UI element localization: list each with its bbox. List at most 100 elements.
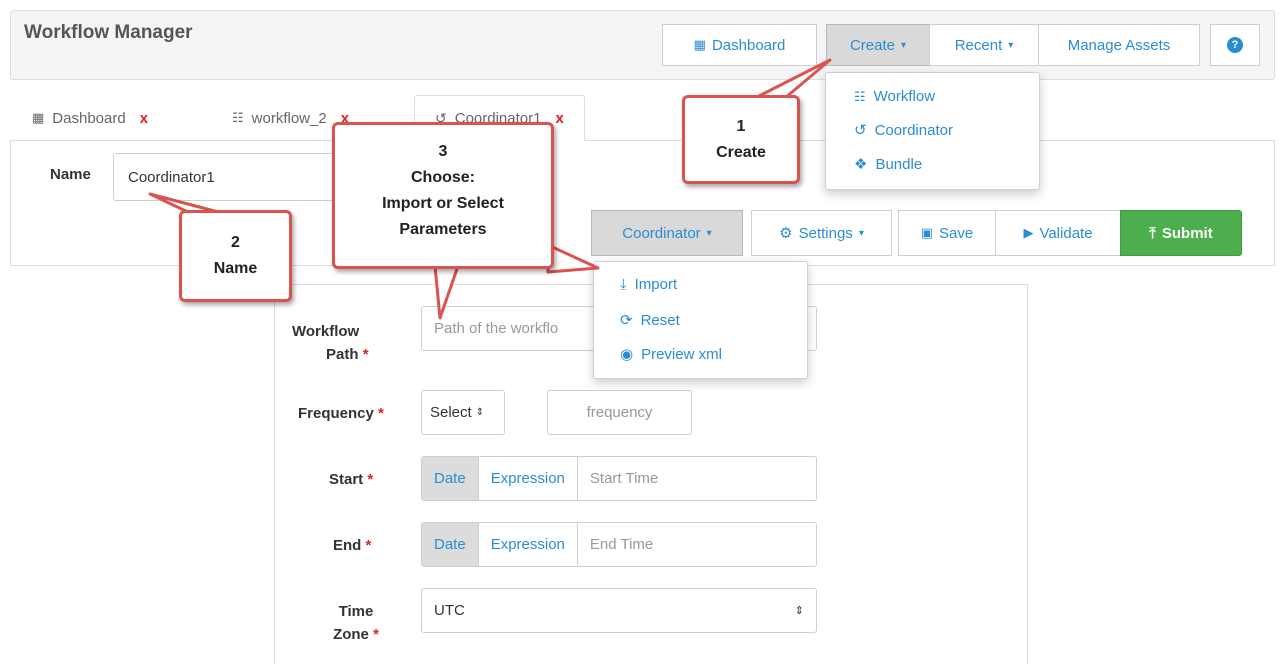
end-time-input[interactable]: End Time — [578, 523, 816, 566]
save-button-label: Save — [939, 224, 974, 242]
label-text: End — [333, 537, 362, 554]
frequency-label: Frequency * — [298, 402, 384, 425]
end-expression-toggle[interactable]: Expression — [479, 523, 578, 566]
start-label: Start * — [329, 468, 373, 491]
recent-button-label: Recent — [954, 36, 1003, 54]
menu-item-label: Preview xml — [641, 345, 722, 363]
callout-text: Name — [213, 260, 258, 277]
required-mark: * — [362, 346, 369, 363]
close-icon[interactable]: x — [140, 110, 148, 127]
coordinator-menu-item-reset[interactable]: ⟳ Reset — [620, 311, 680, 330]
validate-button-label: Validate — [1039, 224, 1093, 242]
recent-button[interactable]: Recent ▾ — [929, 24, 1039, 66]
create-menu-item-coordinator[interactable]: ↺ Coordinator — [854, 121, 953, 140]
updown-icon: ⇕ — [794, 605, 804, 617]
frequency-select[interactable]: Select ⇕ — [421, 390, 505, 435]
create-menu-item-workflow[interactable]: ☷ Workflow — [854, 88, 935, 105]
caret-down-icon: ▾ — [706, 227, 712, 239]
start-time-group: Date Expression Start Time — [421, 456, 817, 501]
create-menu-item-bundle[interactable]: ❖ Bundle — [854, 155, 923, 174]
required-mark: * — [373, 626, 379, 643]
name-label: Name — [50, 166, 91, 183]
grid-icon: ▦ — [693, 37, 706, 52]
start-date-toggle[interactable]: Date — [422, 457, 479, 500]
workflow-path-placeholder: Path of the workflo — [434, 320, 559, 337]
cubes-icon: ❖ — [854, 156, 868, 173]
history-icon: ↺ — [854, 122, 867, 139]
help-button[interactable]: ? — [1210, 24, 1260, 66]
label-line: Workflow — [292, 323, 360, 340]
callout-text: Create — [716, 144, 766, 161]
submit-button-label: Submit — [1161, 224, 1213, 242]
end-time-group: Date Expression End Time — [421, 522, 817, 567]
callout-2: 2 Name — [179, 210, 292, 302]
refresh-icon: ⟳ — [620, 312, 633, 329]
required-mark: * — [378, 405, 384, 422]
end-label: End * — [333, 534, 371, 557]
label-line: Path — [326, 346, 359, 363]
name-input-value: Coordinator1 — [128, 168, 215, 186]
callout-text: Parameters — [399, 221, 487, 238]
gear-icon: ⚙ — [779, 225, 793, 242]
coordinator-menu-item-import[interactable]: ⤓ Import — [620, 276, 677, 293]
caret-down-icon: ▾ — [858, 227, 864, 239]
caret-down-icon: ▾ — [1008, 39, 1014, 51]
create-button-label: Create — [849, 36, 895, 54]
label-line: Time — [338, 603, 374, 620]
coordinator-menu-item-preview-xml[interactable]: ◉ Preview xml — [620, 345, 722, 364]
callout-text: Choose: — [411, 169, 475, 186]
callout-1: 1 Create — [682, 95, 800, 184]
tab-label: Dashboard — [52, 109, 126, 127]
required-mark: * — [367, 471, 374, 488]
coordinator-button[interactable]: Coordinator ▾ — [591, 210, 743, 256]
menu-item-label: Workflow — [873, 88, 936, 105]
start-time-input[interactable]: Start Time — [578, 457, 816, 500]
updown-icon: ⇕ — [475, 407, 485, 418]
coordinator-button-label: Coordinator — [622, 224, 701, 242]
timezone-label: Time Zone * — [326, 600, 386, 646]
settings-button-label: Settings — [798, 224, 853, 242]
caret-down-icon: ▾ — [901, 39, 907, 51]
menu-item-label: Import — [634, 276, 678, 293]
validate-button[interactable]: ▶ Validate — [995, 210, 1121, 256]
callout-text: Import or Select — [382, 195, 504, 212]
frequency-input[interactable]: frequency — [547, 390, 692, 435]
dashboard-button-label: Dashboard — [711, 36, 786, 54]
download-icon: ⤓ — [620, 276, 627, 293]
tab-label: workflow_2 — [251, 109, 327, 127]
tab-dashboard[interactable]: ▦ Dashboard x — [32, 95, 148, 141]
save-button[interactable]: ▣ Save — [898, 210, 996, 256]
start-expression-toggle[interactable]: Expression — [479, 457, 578, 500]
question-circle-icon: ? — [1227, 37, 1243, 53]
manage-assets-label: Manage Assets — [1067, 36, 1171, 54]
app-title: Workflow Manager — [24, 22, 193, 43]
frequency-placeholder: frequency — [586, 404, 653, 421]
sitemap-icon: ☷ — [854, 88, 866, 104]
create-menu: ☷ Workflow ↺ Coordinator ❖ Bundle — [825, 72, 1040, 190]
submit-button[interactable]: ⤒ Submit — [1120, 210, 1242, 256]
dashboard-button[interactable]: ▦ Dashboard — [662, 24, 817, 66]
callout-number: 2 — [231, 234, 240, 251]
settings-button[interactable]: ⚙ Settings ▾ — [751, 210, 892, 256]
label-text: Frequency — [298, 405, 374, 422]
menu-item-label: Bundle — [875, 155, 923, 173]
frequency-select-value: Select — [430, 404, 472, 421]
required-mark: * — [365, 537, 372, 554]
manage-assets-button[interactable]: Manage Assets — [1038, 24, 1200, 66]
save-icon: ▣ — [920, 225, 934, 240]
eye-icon: ◉ — [620, 346, 634, 363]
workflow-path-label: Workflow Path * — [292, 320, 386, 366]
label-text: Start — [329, 471, 364, 488]
timezone-select[interactable]: UTC ⇕ — [421, 588, 817, 633]
timezone-value: UTC — [434, 602, 465, 619]
end-date-toggle[interactable]: Date — [422, 523, 479, 566]
grid-icon: ▦ — [32, 110, 45, 125]
label-line: Zone — [333, 626, 369, 643]
callout-3: 3 Choose: Import or Select Parameters — [332, 122, 554, 269]
menu-item-label: Coordinator — [874, 121, 953, 139]
close-icon[interactable]: x — [555, 110, 563, 127]
upload-icon: ⤒ — [1149, 224, 1156, 242]
callout-number: 1 — [736, 118, 746, 135]
sitemap-icon: ☷ — [232, 110, 244, 125]
create-button[interactable]: Create ▾ — [826, 24, 930, 66]
